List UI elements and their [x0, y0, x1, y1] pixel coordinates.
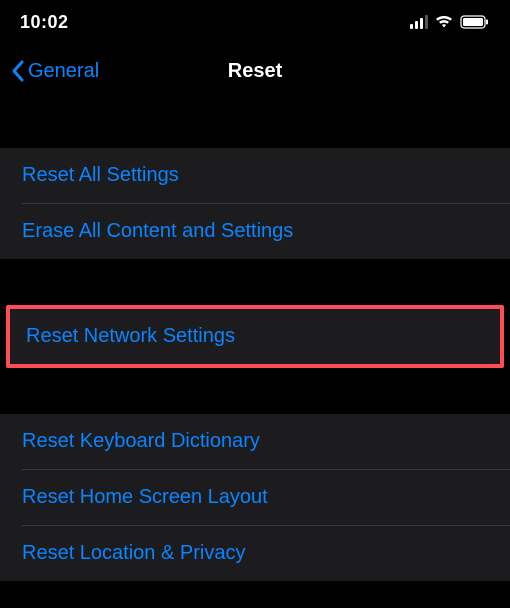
page-title: Reset: [228, 60, 282, 83]
settings-group-2: Reset Network Settings: [10, 309, 500, 364]
spacer: [0, 98, 510, 148]
spacer: [0, 259, 510, 305]
battery-icon: [460, 15, 490, 29]
reset-all-settings-item[interactable]: Reset All Settings: [0, 148, 510, 203]
back-button[interactable]: General: [10, 59, 99, 83]
settings-group-1: Reset All Settings Erase All Content and…: [0, 148, 510, 259]
status-icons: [410, 15, 490, 29]
status-time: 10:02: [20, 12, 69, 33]
erase-all-content-item[interactable]: Erase All Content and Settings: [0, 204, 510, 259]
reset-home-screen-item[interactable]: Reset Home Screen Layout: [0, 470, 510, 525]
status-bar: 10:02: [0, 0, 510, 44]
nav-bar: General Reset: [0, 44, 510, 98]
chevron-left-icon: [10, 59, 26, 83]
settings-group-3: Reset Keyboard Dictionary Reset Home Scr…: [0, 414, 510, 581]
wifi-icon: [434, 15, 454, 29]
reset-location-privacy-item[interactable]: Reset Location & Privacy: [0, 526, 510, 581]
highlight-box: Reset Network Settings: [6, 305, 504, 368]
reset-keyboard-dictionary-item[interactable]: Reset Keyboard Dictionary: [0, 414, 510, 469]
spacer: [0, 368, 510, 414]
back-label: General: [28, 60, 99, 83]
cellular-signal-icon: [410, 15, 428, 29]
reset-network-settings-item[interactable]: Reset Network Settings: [10, 309, 500, 364]
